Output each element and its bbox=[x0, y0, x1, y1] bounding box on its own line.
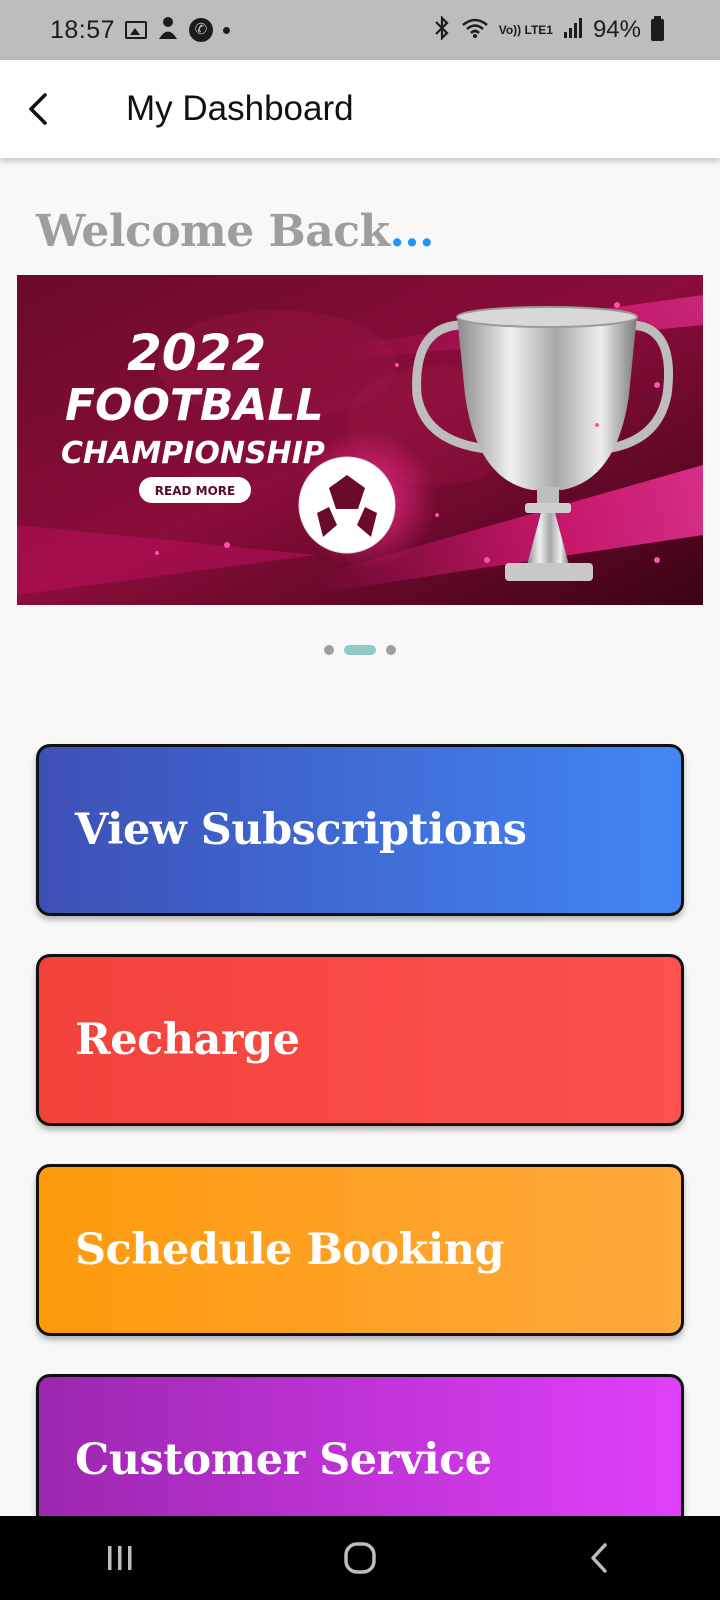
recharge-label: Recharge bbox=[75, 1015, 300, 1065]
page-title: My Dashboard bbox=[126, 89, 354, 128]
battery-percent: 94% bbox=[592, 16, 641, 43]
banner-year: 2022 bbox=[127, 324, 266, 382]
customer-service-label: Customer Service bbox=[75, 1435, 492, 1485]
status-bar: 18:57 ✆ Vo)) LTE1 94% bbox=[0, 0, 720, 60]
welcome-dots: ... bbox=[389, 206, 435, 257]
battery-icon bbox=[651, 16, 664, 41]
banner-line1: FOOTBALL bbox=[65, 380, 324, 431]
back-icon bbox=[591, 1543, 607, 1573]
recent-apps-icon bbox=[108, 1546, 132, 1570]
phone-icon: ✆ bbox=[189, 18, 214, 42]
banner-line2: CHAMPIONSHIP bbox=[61, 436, 325, 471]
image-icon bbox=[125, 21, 148, 39]
recent-apps-button[interactable] bbox=[60, 1516, 180, 1600]
app-bar: My Dashboard bbox=[0, 60, 720, 158]
carousel-indicators bbox=[0, 642, 720, 658]
view-subscriptions-button[interactable]: View Subscriptions bbox=[36, 744, 684, 916]
status-right: Vo)) LTE1 94% bbox=[433, 14, 664, 45]
system-nav-bar bbox=[0, 1516, 720, 1600]
wifi-icon bbox=[461, 17, 489, 44]
dot-icon bbox=[223, 26, 231, 34]
carousel-dot-2-active[interactable] bbox=[344, 645, 376, 655]
recharge-button[interactable]: Recharge bbox=[36, 954, 684, 1126]
status-left: 18:57 ✆ bbox=[50, 15, 231, 45]
welcome-heading: Welcome Back... bbox=[36, 206, 435, 257]
home-button[interactable] bbox=[300, 1516, 420, 1600]
schedule-booking-label: Schedule Booking bbox=[75, 1225, 505, 1275]
back-arrow-icon bbox=[29, 93, 47, 125]
signal-icon bbox=[563, 17, 583, 44]
network-label: Vo)) LTE1 bbox=[498, 23, 553, 37]
view-subscriptions-label: View Subscriptions bbox=[75, 805, 527, 855]
banner-artwork: 2022 FOOTBALL CHAMPIONSHIP READ MORE bbox=[17, 275, 703, 605]
carousel-dot-1[interactable] bbox=[324, 645, 334, 655]
back-button[interactable] bbox=[0, 60, 80, 158]
promo-banner[interactable]: 2022 FOOTBALL CHAMPIONSHIP READ MORE bbox=[17, 275, 703, 605]
banner-read-more: READ MORE bbox=[155, 484, 235, 498]
home-icon bbox=[344, 1542, 376, 1574]
bluetooth-icon bbox=[433, 14, 451, 45]
user-icon bbox=[157, 16, 179, 45]
schedule-booking-button[interactable]: Schedule Booking bbox=[36, 1164, 684, 1336]
carousel-dot-3[interactable] bbox=[386, 645, 396, 655]
status-time: 18:57 bbox=[50, 15, 116, 44]
welcome-text: Welcome Back bbox=[36, 206, 390, 257]
system-back-button[interactable] bbox=[540, 1516, 660, 1600]
